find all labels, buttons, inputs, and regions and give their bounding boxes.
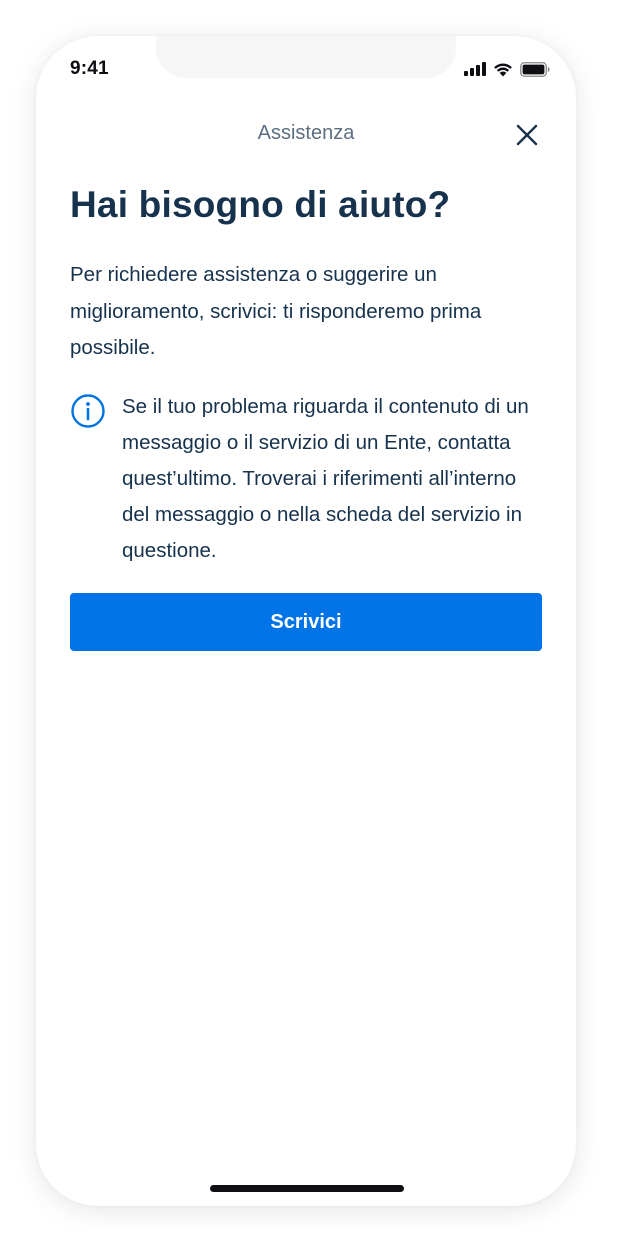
phone-frame: 9:41 Assistenza Hai bisogno di aiuto? Pe… <box>36 36 576 1206</box>
info-icon <box>71 394 105 428</box>
screen-title: Assistenza <box>257 122 355 144</box>
cellular-signal-icon <box>464 62 486 76</box>
info-text: Se il tuo problema riguarda il contenuto… <box>122 395 529 562</box>
status-time: 9:41 <box>70 58 109 79</box>
close-icon <box>516 124 538 146</box>
home-indicator[interactable] <box>210 1185 404 1192</box>
status-icons <box>464 60 550 78</box>
wifi-icon <box>494 63 512 76</box>
device-notch <box>156 36 456 78</box>
battery-icon <box>520 61 550 77</box>
close-button[interactable] <box>514 122 540 148</box>
write-us-button[interactable]: Scrivici <box>70 593 542 651</box>
info-callout: Se il tuo problema riguarda il contenuto… <box>70 389 546 569</box>
intro-text: Per richiedere assistenza o suggerire un… <box>70 263 482 359</box>
page-heading: Hai bisogno di aiuto? <box>70 184 451 225</box>
